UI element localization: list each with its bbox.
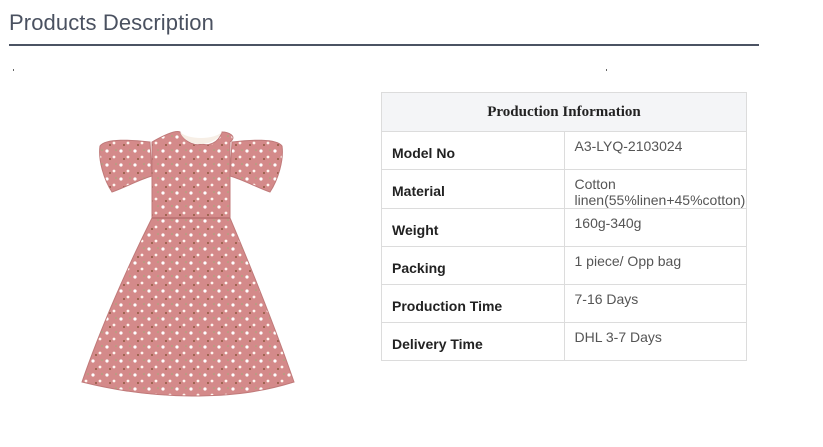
- row-value: 7-16 Days: [563, 284, 747, 323]
- table-header: Production Information: [381, 92, 747, 132]
- table-row: Weight 160g-340g: [381, 208, 747, 247]
- row-value: A3-LYQ-2103024: [563, 131, 747, 170]
- production-info-table: Production Information Model No A3-LYQ-2…: [381, 92, 747, 361]
- table-row: Delivery Time DHL 3-7 Days: [381, 322, 747, 361]
- row-label: Production Time: [381, 284, 565, 323]
- table-row: Packing 1 piece/ Opp bag: [381, 246, 747, 285]
- table-row: Production Time 7-16 Days: [381, 284, 747, 323]
- table-row: Model No A3-LYQ-2103024: [381, 131, 747, 170]
- row-value: DHL 3-7 Days: [563, 322, 747, 361]
- table-row: Material Cotton linen(55%linen+45%cotton…: [381, 169, 747, 209]
- title-divider: [9, 44, 759, 46]
- section-title: Products Description: [9, 10, 214, 35]
- table-header-row: Production Information: [381, 92, 747, 132]
- row-label: Delivery Time: [381, 322, 565, 361]
- row-label: Packing: [381, 246, 565, 285]
- row-label: Weight: [381, 208, 565, 247]
- separator-mark: [13, 69, 14, 71]
- separator-mark: [606, 69, 607, 71]
- row-value: Cotton linen(55%linen+45%cotton): [563, 169, 747, 209]
- product-image: [62, 120, 352, 420]
- row-value: 160g-340g: [563, 208, 747, 247]
- row-value: 1 piece/ Opp bag: [563, 246, 747, 285]
- row-label: Material: [381, 169, 565, 209]
- row-label: Model No: [381, 131, 565, 170]
